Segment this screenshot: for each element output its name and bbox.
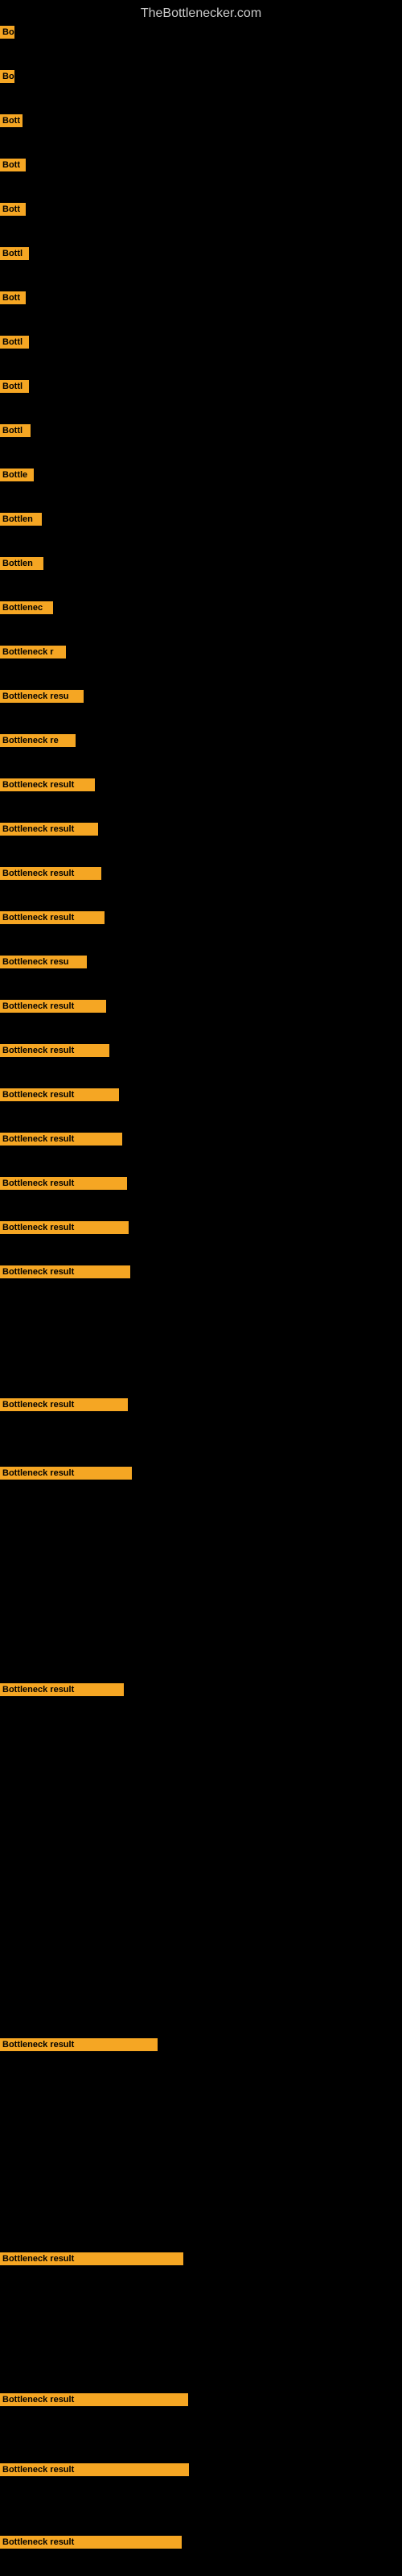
bar-label: Bottleneck result (0, 1467, 132, 1480)
bar-label: Bo (0, 70, 14, 83)
bar-label: Bott (0, 159, 26, 171)
bar-item: Bottleneck result (0, 777, 95, 793)
bar-label: Bottleneck result (0, 911, 105, 924)
bar-label: Bottleneck r (0, 646, 66, 658)
bar-item: Bott (0, 157, 26, 173)
bar-label: Bottleneck result (0, 2252, 183, 2265)
bar-item: Bottleneck result (0, 865, 101, 881)
bar-label: Bottleneck result (0, 1221, 129, 1234)
bar-item: Bottleneck result (0, 821, 98, 837)
bar-label: Bottlenec (0, 601, 53, 614)
bar-item: Bottlenec (0, 600, 53, 616)
bar-label: Bottleneck result (0, 2038, 158, 2051)
bar-item: Bottleneck result (0, 2392, 188, 2408)
bar-item: Bottleneck result (0, 1131, 122, 1147)
bar-item: Bo (0, 24, 14, 40)
bar-label: Bottleneck result (0, 1133, 122, 1146)
bar-label: Bottleneck resu (0, 956, 87, 968)
bar-label: Bottleneck resu (0, 690, 84, 703)
bar-label: Bott (0, 114, 23, 127)
bar-label: Bottleneck result (0, 1265, 130, 1278)
bar-item: Bott (0, 290, 26, 306)
bar-label: Bottleneck result (0, 1000, 106, 1013)
bar-item: Bottleneck result (0, 1682, 124, 1698)
bar-label: Bottleneck result (0, 1683, 124, 1696)
bar-item: Bottl (0, 378, 29, 394)
bar-label: Bottl (0, 380, 29, 393)
bar-item: Bottleneck result (0, 2462, 189, 2478)
bar-label: Bottleneck result (0, 1398, 128, 1411)
bar-item: Bottleneck result (0, 998, 106, 1014)
bar-item: Bottleneck re (0, 733, 76, 749)
bar-label: Bottl (0, 247, 29, 260)
bar-item: Bottleneck resu (0, 954, 87, 970)
bar-label: Bottlen (0, 513, 42, 526)
bar-item: Bott (0, 201, 26, 217)
bar-label: Bott (0, 291, 26, 304)
bar-label: Bottleneck result (0, 778, 95, 791)
bar-item: Bottlen (0, 511, 42, 527)
bar-item: Bottl (0, 423, 31, 439)
bar-item: Bottleneck result (0, 2037, 158, 2053)
bar-item: Bottl (0, 334, 29, 350)
bar-label: Bottleneck result (0, 1044, 109, 1057)
bar-item: Bottleneck result (0, 2534, 182, 2550)
bar-item: Bottleneck result (0, 2251, 183, 2267)
bar-label: Bottleneck result (0, 2536, 182, 2549)
bar-item: Bottleneck result (0, 1042, 109, 1059)
bar-label: Bottleneck result (0, 2393, 188, 2406)
bar-item: Bottl (0, 246, 29, 262)
bar-item: Bottleneck result (0, 1264, 130, 1280)
bar-label: Bo (0, 26, 14, 39)
bar-label: Bottleneck result (0, 867, 101, 880)
bar-item: Bottleneck result (0, 1397, 128, 1413)
bars-container: BoBoBottBottBottBottlBottBottlBottlBottl… (0, 24, 402, 40)
bar-label: Bottleneck re (0, 734, 76, 747)
bar-label: Bottl (0, 424, 31, 437)
bar-label: Bottleneck result (0, 1088, 119, 1101)
site-title: TheBottlenecker.com (0, 0, 402, 24)
bar-label: Bott (0, 203, 26, 216)
bar-label: Bottleneck result (0, 823, 98, 836)
bar-label: Bottlen (0, 557, 43, 570)
bar-item: Bottleneck resu (0, 688, 84, 704)
bar-item: Bottleneck result (0, 1087, 119, 1103)
bar-label: Bottle (0, 469, 34, 481)
bar-label: Bottleneck result (0, 2463, 189, 2476)
bar-label: Bottl (0, 336, 29, 349)
bar-item: Bottleneck r (0, 644, 66, 660)
bar-item: Bo (0, 68, 14, 85)
bar-item: Bott (0, 113, 23, 129)
bar-item: Bottleneck result (0, 1465, 132, 1481)
bar-label: Bottleneck result (0, 1177, 127, 1190)
bar-item: Bottlen (0, 555, 43, 572)
bar-item: Bottle (0, 467, 34, 483)
bar-item: Bottleneck result (0, 1175, 127, 1191)
bar-item: Bottleneck result (0, 1220, 129, 1236)
bar-item: Bottleneck result (0, 910, 105, 926)
